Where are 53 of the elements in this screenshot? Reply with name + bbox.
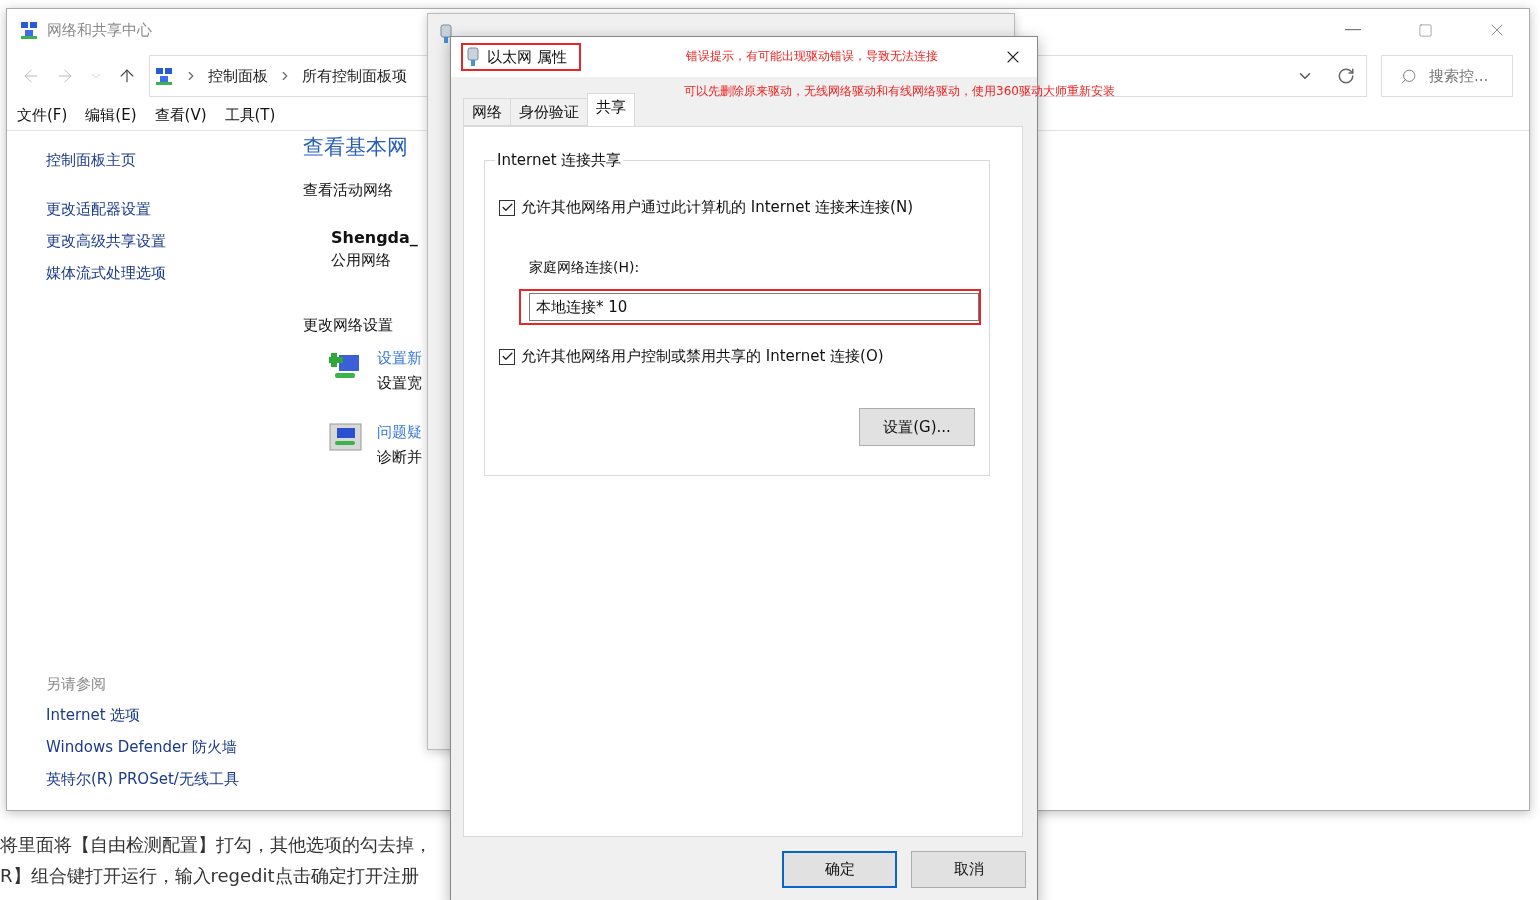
network-type: 公用网络: [331, 251, 392, 270]
tab[interactable]: 网络: [463, 98, 511, 126]
see-also-link[interactable]: Windows Defender 防火墙: [46, 736, 309, 758]
task-description: 诊断并: [377, 448, 422, 467]
maximize-icon: [1417, 22, 1433, 38]
breadcrumb-item[interactable]: 所有控制面板项: [302, 66, 407, 86]
ethernet-icon: [440, 24, 452, 44]
network-icon: [154, 66, 174, 86]
menu-item[interactable]: 查看(V): [154, 106, 207, 125]
network-name: Shengda_: [331, 228, 419, 247]
ok-button[interactable]: 确定: [782, 851, 897, 888]
checkbox-option[interactable]: 允许其他网络用户通过此计算机的 Internet 连接来连接(N): [499, 198, 981, 217]
refresh-icon: [1336, 67, 1355, 85]
section-heading: 更改网络设置: [303, 316, 394, 335]
address-bar[interactable]: 控制面板 所有控制面板项: [149, 55, 421, 97]
search-field[interactable]: 搜索控...: [1381, 55, 1513, 97]
network-icon: [19, 20, 39, 40]
group-title: Internet 连接共享: [496, 151, 623, 170]
checkbox[interactable]: [499, 199, 515, 216]
menu-item[interactable]: 工具(T): [224, 106, 276, 125]
task-link[interactable]: 问题疑: [377, 423, 422, 442]
article-text: 将里面将【自由检测配置】打勾，其他选项的勾去掉，: [0, 834, 432, 856]
window-title: 网络和共享中心: [47, 20, 152, 40]
refresh-button[interactable]: [1325, 55, 1367, 97]
see-also-link[interactable]: 英特尔(R) PROSet/无线工具: [46, 768, 309, 790]
see-also-heading: 另请参阅: [46, 675, 107, 694]
menu-item[interactable]: 编辑(E): [85, 106, 137, 125]
search-icon: [1400, 67, 1417, 85]
troubleshoot-icon: [329, 423, 363, 453]
menu-item[interactable]: 文件(F): [17, 106, 68, 125]
page-title: 查看基本网: [303, 134, 409, 161]
sidebar-link[interactable]: 更改适配器设置: [46, 198, 309, 220]
home-network-field[interactable]: 本地连接* 10: [529, 293, 979, 321]
sidebar-link[interactable]: 媒体流式处理选项: [46, 262, 309, 284]
tab[interactable]: 共享: [587, 93, 635, 126]
section-heading: 查看活动网络: [303, 181, 394, 200]
annotation-text: 可以先删除原来驱动，无线网络驱动和有线网络驱动，使用360驱动大师重新安装: [684, 83, 1115, 100]
task-description: 设置宽: [377, 374, 422, 393]
dialog-title: 以太网 属性: [461, 43, 581, 71]
article-text: R】组合键打开运行，输入regedit点击确定打开注册: [0, 865, 420, 887]
breadcrumb-item[interactable]: 控制面板: [208, 66, 268, 86]
checkbox-option[interactable]: 允许其他网络用户控制或禁用共享的 Internet 连接(O): [499, 347, 981, 366]
ethernet-icon: [467, 47, 479, 67]
sidebar-link[interactable]: 更改高级共享设置: [46, 230, 309, 252]
field-label: 家庭网络连接(H):: [529, 259, 641, 277]
cancel-button[interactable]: 取消: [911, 851, 1026, 888]
tab[interactable]: 身份验证: [510, 98, 588, 126]
annotation-text: 错误提示，有可能出现驱动错误，导致无法连接: [686, 48, 938, 65]
checkbox[interactable]: [499, 348, 515, 365]
see-also-link[interactable]: Internet 选项: [46, 704, 309, 726]
minimize-icon: [1345, 29, 1361, 31]
task-link[interactable]: 设置新: [377, 349, 422, 368]
settings-button[interactable]: 设置(G)...: [859, 408, 975, 446]
